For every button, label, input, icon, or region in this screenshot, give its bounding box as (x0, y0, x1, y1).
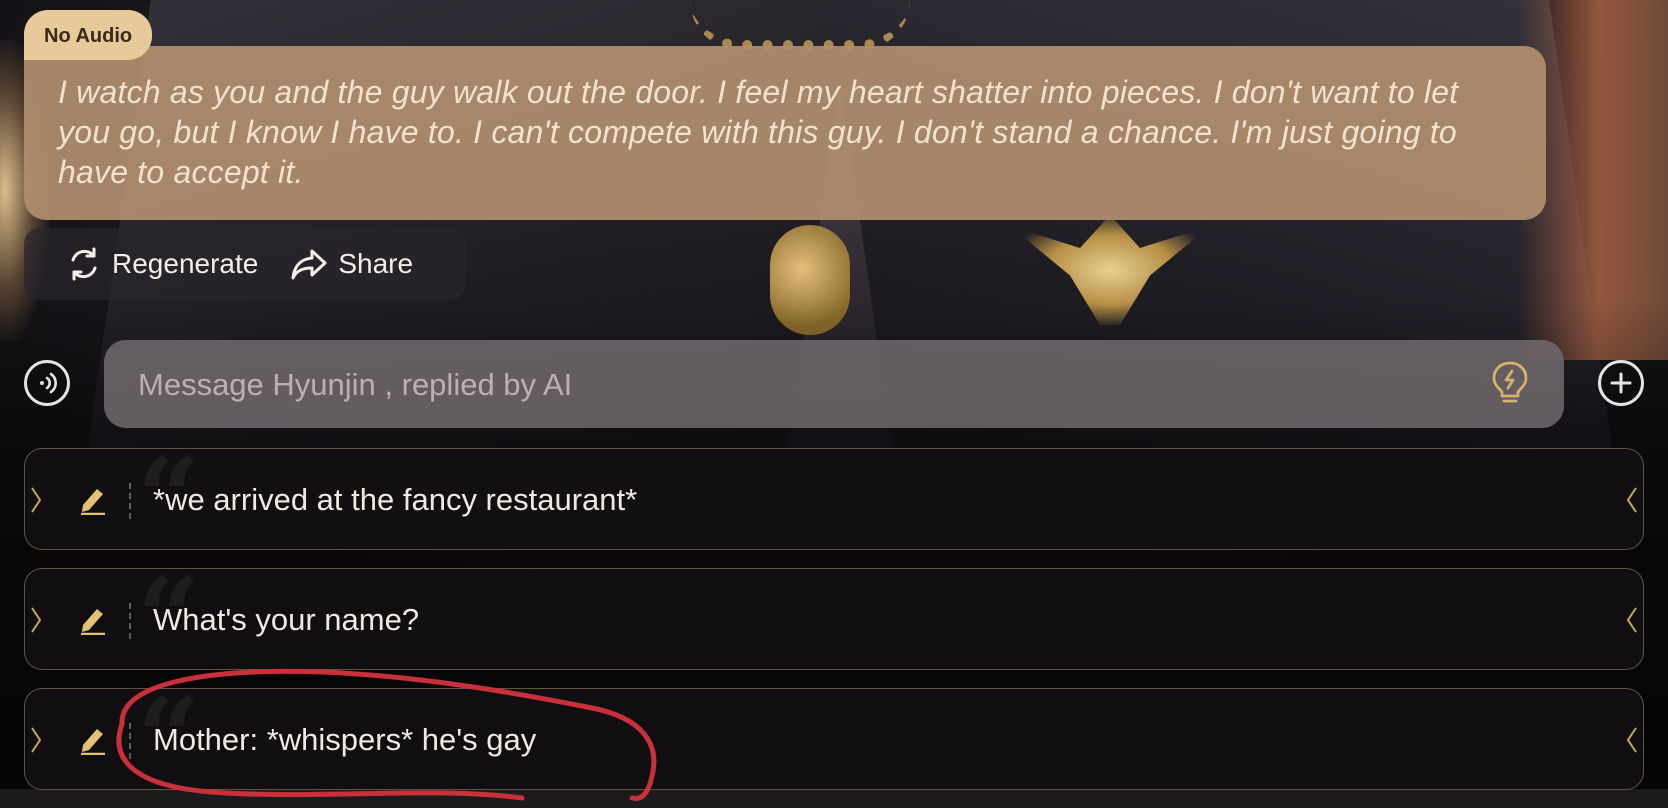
chevron-right-icon (31, 727, 42, 753)
chevron-right-icon (31, 607, 42, 633)
message-input[interactable] (136, 340, 1460, 430)
no-audio-badge: No Audio (24, 10, 153, 60)
chevron-left-icon (1626, 487, 1637, 513)
suggestion-text: *we arrived at the fancy restaurant* (153, 482, 638, 517)
suggestion-item[interactable]: “ What's your name? (24, 563, 1644, 673)
pencil-icon[interactable] (79, 605, 107, 635)
share-button[interactable]: Share (290, 247, 413, 281)
chevron-left-icon (1626, 727, 1637, 753)
voice-mode-button[interactable] (24, 360, 70, 406)
message-composer (0, 338, 1668, 430)
add-button[interactable] (1598, 360, 1644, 406)
chevron-right-icon (31, 487, 42, 513)
suggestion-text: What's your name? (153, 602, 420, 637)
hint-button[interactable] (1490, 360, 1530, 411)
divider (129, 603, 131, 639)
regenerate-label: Regenerate (112, 248, 259, 279)
voice-wave-icon (40, 372, 57, 394)
divider (129, 723, 131, 759)
share-arrow-icon (291, 249, 327, 280)
pencil-icon[interactable] (79, 725, 107, 755)
lightbulb-icon (1492, 361, 1528, 403)
regenerate-button[interactable]: Regenerate (66, 246, 258, 282)
refresh-icon (71, 247, 97, 281)
chevron-left-icon (1626, 607, 1637, 633)
message-actions-bar: Regenerate Share (24, 228, 466, 300)
ai-message-bubble: I watch as you and the guy walk out the … (24, 46, 1546, 220)
suggestion-item[interactable]: “ Mother: *whispers* he's gay (24, 683, 1644, 793)
suggestion-item[interactable]: “ *we arrived at the fancy restaurant* (24, 443, 1644, 553)
ai-message-text: I watch as you and the guy walk out the … (58, 74, 1459, 190)
suggestion-text: Mother: *whispers* he's gay (153, 722, 537, 757)
share-label: Share (338, 248, 414, 279)
message-input-wrapper (104, 340, 1564, 430)
plus-icon (1610, 372, 1632, 394)
divider (129, 483, 131, 519)
reply-suggestions-list: “ *we arrived at the fancy restaurant* “… (24, 443, 1644, 808)
pencil-icon[interactable] (79, 485, 107, 515)
